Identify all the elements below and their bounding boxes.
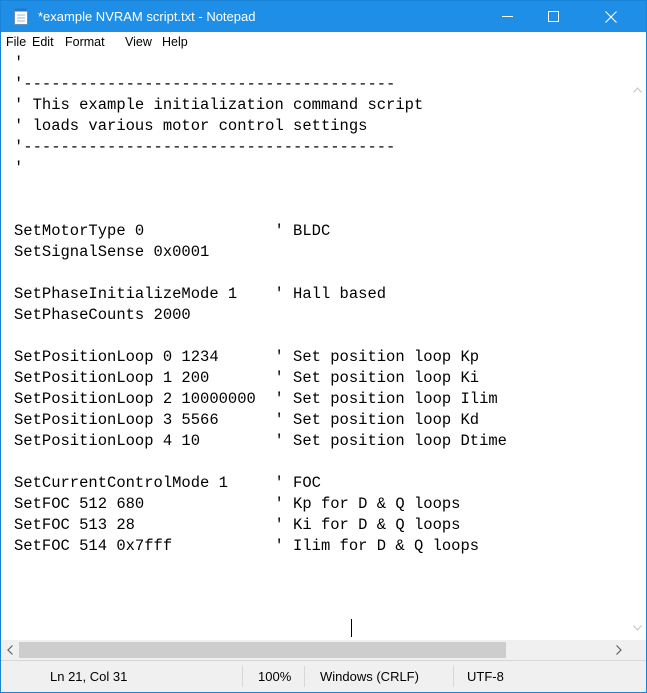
code-line: ' [14,54,24,72]
notepad-window: *example NVRAM script.txt - Notepad File… [0,0,647,693]
close-icon [605,10,617,23]
window-title: *example NVRAM script.txt - Notepad [38,9,256,24]
code-line: ' [14,159,24,177]
cursor-position: Ln 21, Col 31 [50,669,128,684]
scroll-left-button[interactable] [1,640,19,660]
code-line: ' loads various motor control settings [14,117,368,135]
scroll-down-button[interactable] [628,619,646,637]
text-editor[interactable]: ' '-------------------------------------… [1,53,628,640]
minimize-button[interactable] [484,1,530,32]
scroll-right-button[interactable] [610,640,628,660]
code-line: SetPositionLoop 1 200 ' Set position loo… [14,369,480,387]
menu-format[interactable]: Format [65,32,105,53]
maximize-icon [547,11,559,22]
code-line: SetMotorType 0 ' BLDC [14,222,331,240]
code-line: SetSignalSense 0x0001 [14,243,210,261]
code-line: SetPositionLoop 3 5566 ' Set position lo… [14,411,480,429]
menu-view[interactable]: View [125,32,152,53]
scroll-up-button[interactable] [628,81,646,99]
code-line: ' This example initialization command sc… [14,96,424,114]
chevron-right-icon [616,645,622,655]
menu-file[interactable]: File [6,32,26,53]
menu-bar: File Edit Format View Help [1,32,646,53]
code-line: SetPositionLoop 0 1234 ' Set position lo… [14,348,480,366]
vertical-scrollbar[interactable] [628,53,646,640]
menu-help[interactable]: Help [162,32,188,53]
horizontal-scrollbar[interactable] [1,640,628,660]
horizontal-scroll-thumb[interactable] [19,642,506,658]
chevron-up-icon [632,87,642,93]
code-line: SetFOC 514 0x7fff ' Ilim for D & Q loops [14,537,480,555]
code-line: '---------------------------------------… [14,138,396,156]
code-line: SetPositionLoop 4 10 ' Set position loop… [14,432,507,450]
code-line: SetPhaseCounts 2000 [14,306,191,324]
code-line: SetFOC 512 680 ' Kp for D & Q loops [14,495,461,513]
code-line: SetPositionLoop 2 10000000 ' Set positio… [14,390,498,408]
close-button[interactable] [576,1,646,32]
title-bar[interactable]: *example NVRAM script.txt - Notepad [1,1,646,32]
status-bar: Ln 21, Col 31 100% Windows (CRLF) UTF-8 [1,660,646,692]
text-caret [351,619,352,637]
code-line: SetCurrentControlMode 1 ' FOC [14,474,321,492]
chevron-down-icon [632,625,642,631]
scrollbar-corner [628,640,646,660]
status-divider [453,666,454,687]
status-divider [242,666,243,687]
minimize-icon [501,16,513,17]
line-ending: Windows (CRLF) [320,669,419,684]
maximize-button[interactable] [530,1,576,32]
chevron-left-icon [7,645,13,655]
encoding: UTF-8 [467,669,504,684]
menu-edit[interactable]: Edit [32,32,54,53]
code-line: '---------------------------------------… [14,75,396,93]
code-line: SetFOC 513 28 ' Ki for D & Q loops [14,516,461,534]
code-line: SetPhaseInitializeMode 1 ' Hall based [14,285,387,303]
status-divider [304,666,305,687]
notepad-icon[interactable] [14,8,29,25]
zoom-level: 100% [258,669,292,684]
